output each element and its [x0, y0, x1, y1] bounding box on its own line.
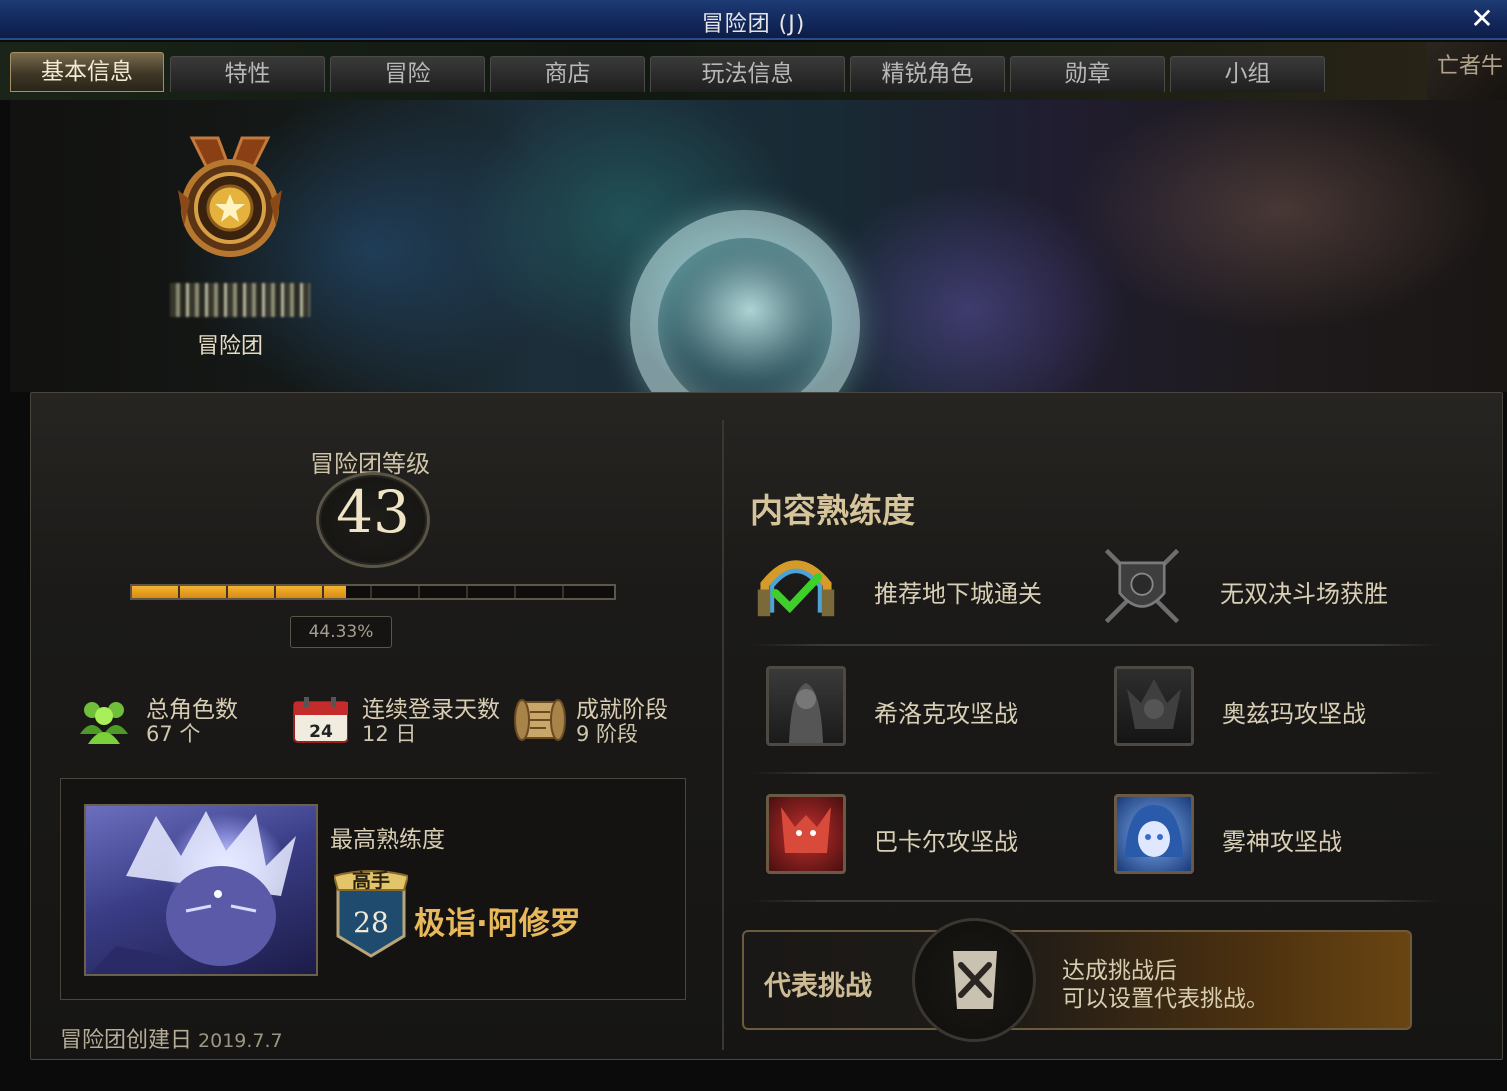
- challenge-text-line1: 达成挑战后: [1062, 958, 1177, 984]
- xp-segment: [370, 586, 372, 598]
- xp-segment: [274, 586, 276, 598]
- asura-portrait-art: [89, 811, 296, 974]
- created-label: 冒险团创建日: [60, 1028, 193, 1053]
- mastery-hilder-raid[interactable]: 希洛克攻坚战: [766, 666, 1106, 756]
- bronze-medal-icon: [178, 136, 282, 257]
- experience-percent-tooltip: 44.33%: [290, 616, 392, 648]
- row-separator: [752, 900, 1442, 902]
- experience-bar-fill: [132, 586, 346, 598]
- challenge-emblem[interactable]: [912, 918, 1036, 1042]
- title-bar: 冒险团 (J) ✕: [0, 0, 1507, 40]
- tab-gameplay-info[interactable]: 玩法信息: [650, 56, 845, 92]
- scroll-icon: [514, 699, 566, 741]
- arena-shield-icon: [1104, 548, 1180, 624]
- created-date-value: 2019.7.7: [198, 1030, 283, 1052]
- stat-value: 12 日: [362, 722, 417, 746]
- xp-segment: [178, 586, 180, 598]
- challenge-text-line2: 可以设置代表挑战。: [1062, 986, 1269, 1012]
- rank-label: 高手: [351, 870, 390, 892]
- xp-segment: [514, 586, 516, 598]
- boss-hilder-icon: [766, 666, 846, 746]
- guild-created-date: 冒险团创建日 2019.7.7: [60, 1022, 283, 1054]
- content-mastery-title: 内容熟练度: [750, 491, 915, 530]
- characters-icon: [80, 702, 128, 744]
- stat-login-days: 24 连续登录天数 12 日: [292, 690, 522, 748]
- mastery-bakal-raid[interactable]: 巴卡尔攻坚战: [766, 794, 1106, 884]
- tab-medals[interactable]: 勋章: [1010, 56, 1165, 92]
- mastery-dungeon-clear[interactable]: 推荐地下城通关: [756, 546, 1096, 636]
- row-separator: [752, 644, 1442, 646]
- calendar-day: 24: [309, 722, 333, 742]
- xp-segment: [562, 586, 564, 598]
- representative-challenge-label: 代表挑战: [764, 971, 872, 1002]
- boss-bakal-icon: [766, 794, 846, 874]
- character-portrait[interactable]: [84, 804, 318, 976]
- row-separator: [752, 772, 1442, 774]
- mastery-label: 巴卡尔攻坚战: [874, 828, 1018, 856]
- mastery-label: 推荐地下城通关: [874, 580, 1042, 608]
- highest-mastery-title: 最高熟练度: [330, 827, 445, 853]
- stat-value: 9 阶段: [576, 722, 639, 746]
- stat-achievement-stage: 成就阶段 9 阶段: [512, 690, 692, 748]
- xp-segment: [418, 586, 420, 598]
- mastery-label: 奥兹玛攻坚战: [1222, 700, 1366, 728]
- close-icon[interactable]: ✕: [1467, 4, 1497, 34]
- tab-strip: 基本信息 特性 冒险 商店 玩法信息 精锐角色 勋章 小组 亡者牛: [0, 42, 1507, 100]
- portal-art: [630, 210, 860, 392]
- stat-value: 67 个: [146, 722, 201, 746]
- boss-mist-icon: [1114, 794, 1194, 874]
- mastery-label: 希洛克攻坚战: [874, 700, 1018, 728]
- tab-elite-characters[interactable]: 精锐角色: [850, 56, 1005, 92]
- guild-label: 冒险团: [196, 334, 263, 359]
- calendar-icon: 24: [293, 697, 348, 743]
- experience-bar: [130, 584, 616, 600]
- tab-group[interactable]: 小组: [1170, 56, 1325, 92]
- xp-segment: [466, 586, 468, 598]
- mastery-mist-god-raid[interactable]: 雾神攻坚战: [1114, 794, 1454, 884]
- guild-name-pixelated: [170, 283, 310, 317]
- locked-flag-icon: [953, 951, 997, 1009]
- xp-segment: [322, 586, 324, 598]
- tab-basic-info[interactable]: 基本信息: [10, 52, 164, 92]
- window-title: 冒险团 (J): [701, 12, 806, 37]
- mastery-arena-win[interactable]: 无双决斗场获胜: [1102, 546, 1442, 636]
- character-name: 极诣·阿修罗: [414, 906, 581, 942]
- xp-segment: [226, 586, 228, 598]
- challenge-description: 达成挑战后 可以设置代表挑战。: [1062, 957, 1269, 1013]
- mastery-label: 无双决斗场获胜: [1220, 580, 1388, 608]
- panel-divider: [722, 420, 724, 1050]
- mastery-ozma-raid[interactable]: 奥兹玛攻坚战: [1114, 666, 1454, 756]
- guild-level-value: 43: [336, 478, 410, 546]
- stat-total-characters: 总角色数 67 个: [76, 690, 276, 748]
- boss-ozma-icon: [1114, 666, 1194, 746]
- tab-traits[interactable]: 特性: [170, 56, 325, 92]
- rank-value: 28: [353, 906, 389, 939]
- dungeon-clear-icon: [757, 560, 835, 617]
- mastery-label: 雾神攻坚战: [1222, 828, 1342, 856]
- guild-banner: 冒险团: [10, 100, 1507, 392]
- corner-decoration-text: 亡者牛: [1427, 42, 1507, 100]
- tab-shop[interactable]: 商店: [490, 56, 645, 92]
- tab-adventure[interactable]: 冒险: [330, 56, 485, 92]
